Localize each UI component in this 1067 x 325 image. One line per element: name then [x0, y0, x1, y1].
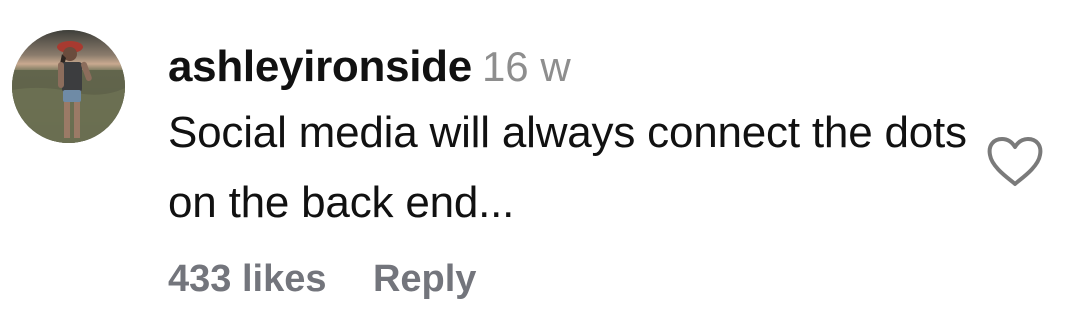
avatar-photo: [12, 30, 125, 143]
likes-count-link[interactable]: 433 likes: [168, 254, 326, 304]
username-link[interactable]: ashleyironside: [168, 42, 472, 91]
avatar[interactable]: [12, 30, 125, 143]
comment-text: Social media will always connect the dot…: [168, 108, 967, 227]
comment-timestamp[interactable]: 16 w: [482, 43, 571, 90]
comment-header: ashleyironside 16 w: [168, 36, 968, 98]
like-button[interactable]: [984, 134, 1046, 190]
comment-item: ashleyironside 16 w Social media will alw…: [0, 0, 1067, 325]
heart-outline-icon: [987, 137, 1043, 186]
comment-body: ashleyironside 16 w Social media will alw…: [168, 36, 968, 238]
reply-button[interactable]: Reply: [373, 254, 476, 304]
comment-actions: 433 likes Reply: [168, 254, 476, 304]
